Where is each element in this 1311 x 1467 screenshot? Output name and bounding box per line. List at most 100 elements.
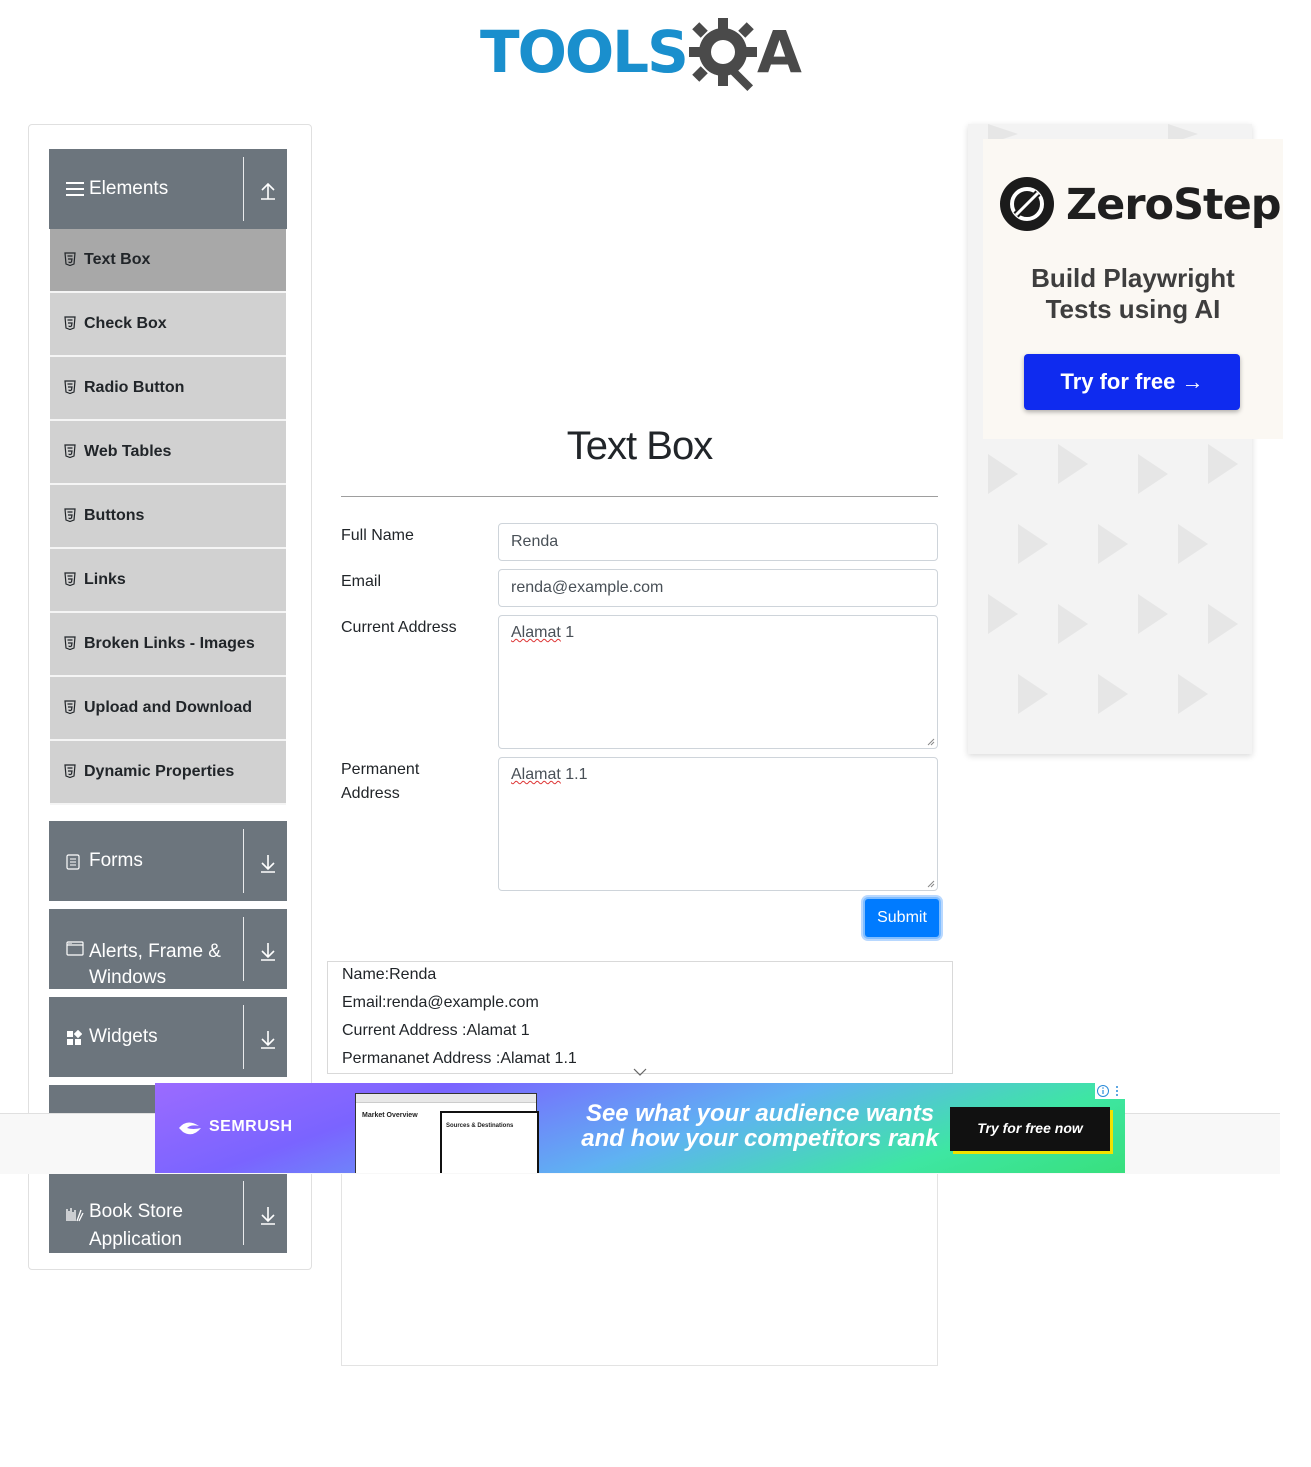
sidebar-item-links[interactable]: Links	[50, 549, 286, 613]
ad-screenshot-title-2: Sources & Destinations	[446, 1123, 514, 1129]
html5-icon	[64, 572, 76, 586]
permanent-address-label: Permanent	[341, 761, 420, 778]
sidebar-item-check-box[interactable]: Check Box	[50, 293, 286, 357]
chevron-down-icon[interactable]	[632, 1067, 648, 1077]
group-header-book-store[interactable]: Book Store Application	[49, 1173, 287, 1253]
group-title: Elements	[89, 178, 169, 199]
document-icon	[66, 854, 80, 870]
divider	[243, 829, 244, 893]
html5-icon	[64, 508, 76, 522]
sidebar-item-upload-download[interactable]: Upload and Download	[50, 677, 286, 741]
group-header-alerts-frame-windows[interactable]: Alerts, Frame & Windows	[49, 909, 287, 989]
full-name-input[interactable]: Renda	[498, 523, 938, 561]
title-divider	[341, 496, 938, 497]
sidebar-item-web-tables[interactable]: Web Tables	[50, 421, 286, 485]
sidebar-item-label: Dynamic Properties	[84, 763, 235, 780]
ad-try-button[interactable]: Try for free →	[1024, 354, 1240, 410]
ad-brand: ZeroStep	[1066, 180, 1282, 230]
html5-icon	[64, 316, 76, 330]
sidebar-item-label: Text Box	[84, 251, 151, 268]
books-icon	[66, 1208, 84, 1222]
email-input[interactable]: renda@example.com	[498, 569, 938, 607]
permanent-address-textarea[interactable]: Alamat 1.1	[498, 757, 938, 891]
html5-icon	[64, 764, 76, 778]
toolsqa-logo[interactable]: TOOLS A	[480, 16, 805, 92]
group-title: Book Store	[89, 1201, 183, 1222]
ad-headline-line2: and how your competitors rank	[581, 1125, 939, 1152]
sidebar-item-dynamic-properties[interactable]: Dynamic Properties	[50, 741, 286, 805]
current-address-textarea[interactable]: Alamat 1	[498, 615, 938, 749]
current-address-label: Current Address	[341, 619, 457, 636]
group-title-line2: Windows	[89, 967, 167, 988]
logo-text-tools: TOOLS	[480, 18, 689, 86]
arrow-down-icon[interactable]	[253, 847, 283, 877]
resize-handle-icon[interactable]	[927, 738, 935, 746]
sidebar-item-buttons[interactable]: Buttons	[50, 485, 286, 549]
ad-cta-button[interactable]: Try for free now	[950, 1107, 1110, 1151]
spellcheck-word: Alamat	[511, 766, 561, 783]
sidebar-item-label: Links	[84, 571, 126, 588]
output-email: Email:renda@example.com	[342, 994, 539, 1011]
group-header-forms[interactable]: Forms	[49, 821, 287, 901]
group-header-widgets[interactable]: Widgets	[49, 997, 287, 1077]
group-title: Alerts, Frame &	[89, 941, 221, 962]
html5-icon	[64, 700, 76, 714]
sidebar-item-label: Broken Links - Images	[84, 635, 255, 652]
adchoices-icon[interactable]	[1095, 1083, 1125, 1099]
output-name: Name:Renda	[342, 966, 437, 983]
output-current-address: Current Address :Alamat 1	[342, 1022, 530, 1039]
sidebar-item-radio-button[interactable]: Radio Button	[50, 357, 286, 421]
divider	[243, 1005, 244, 1069]
ad-headline: See what your audience wants and how you…	[580, 1101, 940, 1151]
textarea-text: 1.1	[560, 766, 588, 783]
sidebar-item-label: Check Box	[84, 315, 167, 332]
divider	[243, 157, 244, 221]
full-name-label: Full Name	[341, 527, 414, 544]
output-panel: Name:Renda Email:renda@example.com Curre…	[327, 961, 953, 1074]
window-icon	[66, 941, 84, 956]
window-bar	[356, 1094, 536, 1103]
group-title: Widgets	[89, 1026, 158, 1047]
group-header-elements[interactable]: Elements	[49, 149, 287, 229]
output-permanent-address: Permananet Address :Alamat 1.1	[342, 1050, 577, 1067]
page-title: Text Box	[566, 424, 713, 468]
html5-icon	[64, 636, 76, 650]
logo-text-a: A	[757, 18, 802, 86]
ad-tagline-line1: Build Playwright	[1031, 263, 1235, 293]
sidebar-item-text-box[interactable]: Text Box	[50, 229, 286, 293]
ad-brand: SEMRUSH	[209, 1118, 293, 1135]
resize-handle-icon[interactable]	[927, 880, 935, 888]
divider	[243, 917, 244, 981]
sidebar-item-label: Web Tables	[84, 443, 172, 460]
sidebar-item-label: Upload and Download	[84, 699, 252, 716]
group-title: Forms	[89, 850, 143, 871]
textarea-text: 1	[560, 624, 575, 641]
ad-card: ZeroStep Build Playwright Tests using AI…	[983, 139, 1283, 439]
group-title-line2: Application	[89, 1229, 182, 1250]
gear-search-icon	[689, 18, 757, 92]
semrush-logo-icon	[179, 1122, 201, 1135]
divider	[243, 1181, 244, 1245]
arrow-down-icon[interactable]	[253, 935, 283, 965]
arrow-up-icon[interactable]	[253, 175, 283, 205]
empty-content-box	[341, 1170, 938, 1366]
permanent-address-label-line2: Address	[341, 785, 400, 802]
ad-tagline: Build Playwright Tests using AI	[983, 263, 1283, 325]
sidebar-item-label: Buttons	[84, 507, 145, 524]
arrow-down-icon[interactable]	[253, 1199, 283, 1229]
zerostep-ad[interactable]: ZeroStep Build Playwright Tests using AI…	[968, 124, 1283, 754]
semrush-banner-ad[interactable]: SEMRUSH Market Overview Sources & Destin…	[155, 1083, 1125, 1173]
sidebar-item-label: Radio Button	[84, 379, 185, 396]
sidebar-item-broken-links[interactable]: Broken Links - Images	[50, 613, 286, 677]
email-label: Email	[341, 573, 382, 590]
html5-icon	[64, 252, 76, 266]
spellcheck-word: Alamat	[511, 624, 561, 641]
zerostep-logo-icon	[1000, 177, 1054, 231]
hamburger-icon	[66, 182, 84, 196]
html5-icon	[64, 380, 76, 394]
ad-headline-line1: See what your audience wants	[585, 1100, 935, 1127]
html5-icon	[64, 444, 76, 458]
submit-button[interactable]: Submit	[863, 897, 941, 939]
ad-screenshot-2: Sources & Destinations	[440, 1111, 539, 1173]
arrow-down-icon[interactable]	[253, 1023, 283, 1053]
